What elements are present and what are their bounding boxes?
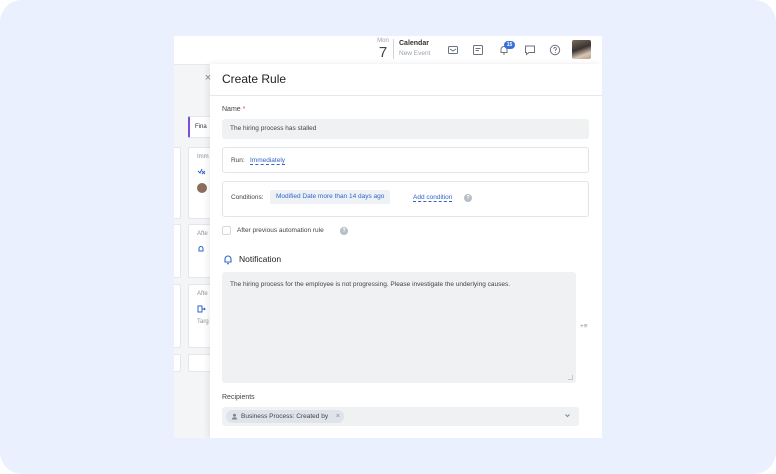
insert-variable-icon[interactable]: +≡ xyxy=(580,323,588,330)
board-card-left-3 xyxy=(174,284,181,348)
date-widget[interactable]: Mon 7 xyxy=(374,38,392,61)
calendar-title: Calendar xyxy=(399,40,429,47)
background-board: Fina Imm Afte Afte Targ xyxy=(174,64,214,438)
after-previous-label: After previous automation rule xyxy=(237,227,324,234)
tasks-icon[interactable] xyxy=(472,44,484,56)
recipients-label: Recipients xyxy=(222,394,255,401)
condition-chip[interactable]: Modified Date more than 14 days ago xyxy=(270,190,391,204)
calendar-new-event[interactable]: New Event xyxy=(399,49,430,59)
conditions-row: Conditions: Modified Date more than 14 d… xyxy=(222,181,589,217)
name-label: Name * xyxy=(222,106,245,113)
top-bar: Mon 7 Calendar New Event 15 xyxy=(174,36,602,64)
create-rule-panel: × Create Rule Name * The hiring process … xyxy=(205,64,602,438)
date-separator xyxy=(393,39,394,59)
stage-tab[interactable]: Fina xyxy=(188,116,212,138)
user-icon xyxy=(231,413,238,420)
conditions-label: Conditions: xyxy=(231,194,264,201)
help-icon[interactable] xyxy=(549,44,561,56)
board-card-2-label: Afte xyxy=(197,231,208,237)
message-text: The hiring process for the employee is n… xyxy=(230,281,511,288)
run-row: Run: Immediately xyxy=(222,147,589,173)
check-x-icon xyxy=(197,168,206,175)
remove-recipient-icon[interactable]: × xyxy=(336,413,340,420)
chevron-down-icon[interactable] xyxy=(564,412,571,419)
message-textarea[interactable]: The hiring process for the employee is n… xyxy=(222,272,576,383)
user-avatar[interactable] xyxy=(572,40,591,59)
title-divider xyxy=(210,95,602,96)
board-card-left-4 xyxy=(174,354,181,372)
date-day-number: 7 xyxy=(378,44,388,61)
export-icon xyxy=(197,305,206,313)
notification-title: Notification xyxy=(239,254,282,264)
board-card-left-2 xyxy=(174,224,181,278)
app-window: Mon 7 Calendar New Event 15 Fina Imm Aft… xyxy=(174,36,602,438)
resize-handle[interactable] xyxy=(568,375,573,380)
recipient-chip[interactable]: Business Process: Created by × xyxy=(226,410,344,423)
name-input[interactable]: The hiring process has stalled xyxy=(222,119,589,139)
recipient-chip-label: Business Process: Created by xyxy=(241,413,329,420)
board-card-left xyxy=(174,147,181,219)
help-icon[interactable]: ? xyxy=(464,194,472,202)
after-previous-checkbox[interactable] xyxy=(222,226,231,235)
board-card-1-label: Imm xyxy=(197,154,209,160)
run-value-link[interactable]: Immediately xyxy=(250,157,286,165)
add-condition-link[interactable]: Add condition xyxy=(413,194,453,202)
board-card-3-sub: Targ xyxy=(197,319,209,325)
assignee-avatar xyxy=(197,183,207,193)
board-card-3-label: Afte xyxy=(197,291,208,297)
stage-tab-label: Fina xyxy=(195,124,207,130)
calendar-widget[interactable]: Calendar New Event xyxy=(399,39,430,59)
bell-small-icon xyxy=(198,246,204,252)
close-icon[interactable]: × xyxy=(202,72,214,84)
run-label: Run: xyxy=(231,157,245,164)
name-label-text: Name xyxy=(222,106,241,113)
inbox-icon[interactable] xyxy=(447,44,459,56)
bell-icon xyxy=(224,255,232,265)
notification-badge: 15 xyxy=(504,41,515,49)
recipients-select[interactable]: Business Process: Created by × xyxy=(222,407,579,426)
chat-icon[interactable] xyxy=(524,44,536,56)
required-marker: * xyxy=(242,106,246,113)
help-icon[interactable]: ? xyxy=(340,227,348,235)
panel-title: Create Rule xyxy=(222,72,287,86)
